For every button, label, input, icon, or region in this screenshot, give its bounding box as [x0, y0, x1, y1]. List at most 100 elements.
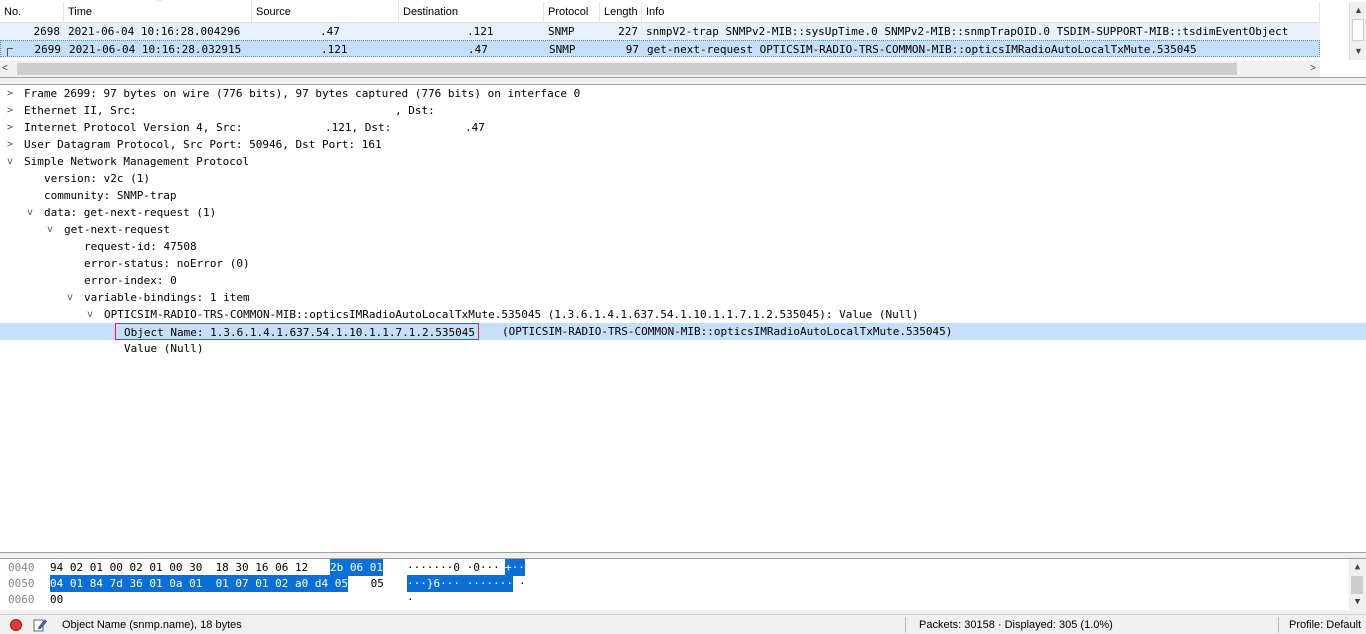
bytes-hex-highlight[interactable]: 2b 06 01	[330, 559, 383, 576]
status-bar: Object Name (snmp.name), 18 bytes Packet…	[0, 614, 1366, 634]
bytes-ascii-highlight[interactable]: +··	[505, 559, 525, 576]
tree-item-snmp[interactable]: v Simple Network Management Protocol	[0, 153, 1366, 170]
packet-no: 2698	[33, 25, 61, 38]
tree-item-label-part: .121, Dst:	[325, 121, 392, 134]
tree-item-label: error-status: noError (0)	[84, 257, 250, 270]
packet-details-pane[interactable]: > Frame 2699: 97 bytes on wire (776 bits…	[0, 84, 1366, 553]
bytes-vertical-scrollbar[interactable]: ▲ ▼	[1349, 559, 1366, 610]
object-name-resolved: (OPTICSIM-RADIO-TRS-COMMON-MIB::opticsIM…	[502, 325, 953, 338]
tree-item-value[interactable]: Value (Null)	[0, 340, 1366, 357]
packet-no: 2699	[34, 43, 62, 56]
bytes-ascii[interactable]: ·	[407, 591, 414, 608]
packet-list-vertical-scrollbar[interactable]: ▲ ▼	[1349, 2, 1366, 60]
scroll-down-icon[interactable]: ▼	[1350, 43, 1366, 60]
column-header-protocol[interactable]: Protocol	[544, 2, 600, 23]
packet-destination: .47	[468, 43, 488, 56]
packet-bytes-pane[interactable]: 0040 94 02 01 00 02 01 00 30 18 30 16 06…	[0, 558, 1366, 610]
chevron-down-icon[interactable]: v	[4, 153, 16, 170]
packet-list-header: No. Time ⌃ Source Destination Protocol L…	[0, 0, 1320, 23]
tree-item-label: Internet Protocol Version 4, Src:	[24, 121, 243, 134]
scrollbar-thumb[interactable]	[1351, 576, 1363, 594]
tree-item-label: User Datagram Protocol, Src Port: 50946,…	[24, 138, 382, 151]
scroll-left-icon[interactable]: <	[2, 61, 8, 77]
scroll-down-icon[interactable]: ▼	[1349, 594, 1366, 610]
column-header-length[interactable]: Length	[600, 2, 642, 23]
sort-caret-icon: ⌃	[155, 0, 163, 7]
tree-item-data[interactable]: v data: get-next-request (1)	[0, 204, 1366, 221]
tree-item-error-index[interactable]: error-index: 0	[0, 272, 1366, 289]
bytes-ascii[interactable]: ·······0 ·0···	[407, 559, 500, 576]
chevron-down-icon[interactable]: v	[24, 204, 36, 221]
tree-item-label: Frame 2699: 97 bytes on wire (776 bits),…	[24, 87, 581, 100]
tree-item-ipv4[interactable]: > Internet Protocol Version 4, Src: .121…	[0, 119, 1366, 136]
bytes-hex[interactable]: 94 02 01 00 02 01 00 30 18 30 16 06 12	[50, 559, 315, 576]
packet-length: 97	[625, 43, 639, 56]
bytes-row: 0040 94 02 01 00 02 01 00 30 18 30 16 06…	[0, 559, 1366, 576]
scrollbar-thumb[interactable]	[17, 63, 1237, 75]
tree-item-label-part: , Dst:	[395, 104, 435, 117]
column-header-info[interactable]: Info	[642, 2, 1320, 23]
tree-item-label: get-next-request	[64, 223, 170, 236]
tree-item-label: community: SNMP-trap	[44, 189, 177, 202]
bytes-offset: 0060	[8, 593, 35, 606]
bytes-ascii-highlight[interactable]: ···}6··· ·······	[407, 575, 513, 592]
tree-item-error-status[interactable]: error-status: noError (0)	[0, 255, 1366, 272]
tree-item-udp[interactable]: > User Datagram Protocol, Src Port: 5094…	[0, 136, 1366, 153]
tree-item-label: data: get-next-request (1)	[44, 206, 217, 219]
chevron-down-icon[interactable]: v	[64, 289, 76, 306]
chevron-right-icon[interactable]: >	[4, 85, 16, 102]
packet-info: snmpV2-trap SNMPv2-MIB::sysUpTime.0 SNMP…	[646, 25, 1289, 38]
packet-destination: .121	[467, 25, 494, 38]
tree-item-object-name-selected[interactable]: Object Name: 1.3.6.1.4.1.637.54.1.10.1.1…	[0, 323, 1366, 340]
bytes-ascii[interactable]: ·	[519, 575, 526, 592]
column-header-destination[interactable]: Destination	[399, 2, 544, 23]
chevron-down-icon[interactable]: v	[84, 306, 96, 323]
tree-item-ethernet[interactable]: > Ethernet II, Src: , Dst:	[0, 102, 1366, 119]
packet-time: 2021-06-04 10:16:28.032915	[69, 43, 242, 56]
packet-source: .121	[321, 43, 348, 56]
tree-item-label: request-id: 47508	[84, 240, 197, 253]
tree-item-label: OPTICSIM-RADIO-TRS-COMMON-MIB::opticsIMR…	[104, 308, 919, 321]
tree-item-get-next-request[interactable]: v get-next-request	[0, 221, 1366, 238]
chevron-right-icon[interactable]: >	[4, 136, 16, 153]
bytes-row: 0050 04 01 84 7d 36 01 0a 01 01 07 01 02…	[0, 575, 1366, 592]
scrollbar-thumb[interactable]	[1352, 19, 1364, 41]
packet-list-horizontal-scrollbar[interactable]: < >	[0, 61, 1320, 77]
bytes-row: 0060 00 ·	[0, 591, 1366, 608]
tree-item-varbind[interactable]: v OPTICSIM-RADIO-TRS-COMMON-MIB::opticsI…	[0, 306, 1366, 323]
tree-item-variable-bindings[interactable]: v variable-bindings: 1 item	[0, 289, 1366, 306]
tree-item-label: variable-bindings: 1 item	[84, 291, 250, 304]
tree-item-label: Simple Network Management Protocol	[24, 155, 250, 168]
scroll-up-icon[interactable]: ▲	[1350, 2, 1366, 19]
expert-info-icon[interactable]	[10, 619, 22, 631]
scroll-up-icon[interactable]: ▲	[1349, 559, 1366, 576]
column-header-no[interactable]: No.	[0, 2, 64, 23]
packet-protocol: SNMP	[548, 25, 575, 38]
chevron-right-icon[interactable]: >	[4, 102, 16, 119]
tree-item-version[interactable]: version: v2c (1)	[0, 170, 1366, 187]
packet-list-pane[interactable]: No. Time ⌃ Source Destination Protocol L…	[0, 0, 1366, 78]
tree-item-label: version: v2c (1)	[44, 172, 150, 185]
object-name-field[interactable]: Object Name: 1.3.6.1.4.1.637.54.1.10.1.1…	[115, 323, 479, 340]
edit-comment-icon[interactable]	[33, 618, 47, 632]
chevron-right-icon[interactable]: >	[4, 119, 16, 136]
tree-item-label: error-index: 0	[84, 274, 177, 287]
packet-time: 2021-06-04 10:16:28.004296	[68, 25, 241, 38]
tree-item-label: Value (Null)	[124, 342, 204, 355]
packet-row[interactable]: 2698 2021-06-04 10:16:28.004296 .47 .121…	[0, 23, 1320, 40]
scroll-right-icon[interactable]: >	[1310, 61, 1316, 77]
tree-item-frame[interactable]: > Frame 2699: 97 bytes on wire (776 bits…	[0, 85, 1366, 102]
tree-item-label-part: .47	[465, 121, 485, 134]
status-packets: Packets: 30158 · Displayed: 305 (1.0%)	[919, 619, 1113, 631]
packet-protocol: SNMP	[549, 43, 576, 56]
bytes-hex-highlight[interactable]: 04 01 84 7d 36 01 0a 01 01 07 01 02 a0 d…	[50, 575, 349, 592]
chevron-down-icon[interactable]: v	[44, 221, 56, 238]
column-header-source[interactable]: Source	[252, 2, 399, 23]
status-profile[interactable]: Profile: Default	[1289, 615, 1361, 634]
bytes-hex[interactable]: 00	[50, 591, 63, 608]
tree-item-request-id[interactable]: request-id: 47508	[0, 238, 1366, 255]
packet-row-selected[interactable]: 2699 2021-06-04 10:16:28.032915 .121 .47…	[0, 40, 1320, 57]
tree-item-community[interactable]: community: SNMP-trap	[0, 187, 1366, 204]
bytes-hex[interactable]: 05	[364, 575, 384, 592]
bytes-offset: 0050	[8, 577, 35, 590]
